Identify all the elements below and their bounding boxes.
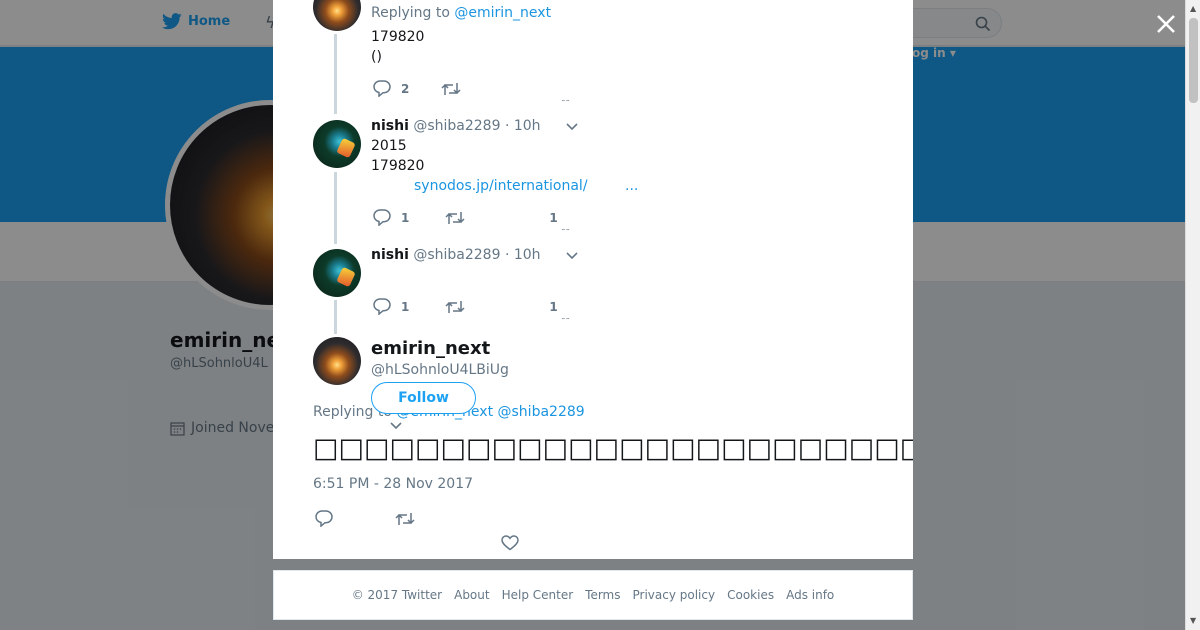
retweet-icon <box>441 82 461 95</box>
user-handle[interactable]: @shiba2289 <box>413 247 500 263</box>
tweet-header: nishi @shiba2289 · 10h <box>371 245 541 265</box>
reply-icon[interactable] <box>315 510 333 527</box>
main-user-name[interactable]: emirin_next <box>371 338 490 359</box>
user-name[interactable]: nishi <box>371 118 409 134</box>
retweet-button[interactable] <box>441 82 461 96</box>
reply-count: 2 <box>401 81 410 96</box>
thread-connector <box>334 300 337 334</box>
tweet-link-more[interactable]: ... <box>625 176 638 196</box>
replying-prefix: Replying to <box>371 5 450 21</box>
reply-button[interactable]: 2 <box>373 80 409 97</box>
footer-copyright: © 2017 Twitter <box>351 588 443 602</box>
footer-link-about[interactable]: About <box>454 588 489 602</box>
like-hint: ˜˜ <box>561 318 570 328</box>
retweet-icon <box>445 211 465 224</box>
site-footer: © 2017 Twitter About Help Center Terms P… <box>273 570 913 620</box>
reply-icon <box>373 298 391 315</box>
retweet-button[interactable] <box>445 300 465 314</box>
tweet-header: nishi @shiba2289 · 10h <box>371 116 541 136</box>
tweet-actions: 1 1 <box>373 209 558 226</box>
tweet-actions: 1 1 <box>373 298 558 315</box>
tweet-timestamp[interactable]: 6:51 PM - 28 Nov 2017 <box>313 476 473 492</box>
tweet-text-line: () <box>371 49 382 65</box>
footer-link-help-center[interactable]: Help Center <box>502 588 574 602</box>
footer-link-privacy[interactable]: Privacy policy <box>633 588 716 602</box>
main-tweet-actions <box>315 510 555 554</box>
replying-to-line: Replying to @emirin_next <box>371 3 551 23</box>
like-button[interactable]: 1 <box>549 300 557 314</box>
close-icon[interactable] <box>1154 12 1178 36</box>
scroll-thumb[interactable] <box>1189 18 1198 103</box>
like-count: 1 <box>549 299 558 314</box>
tweet-link[interactable]: synodos.jp/international/ <box>414 176 588 196</box>
retweet-icon <box>445 300 465 313</box>
main-user-handle[interactable]: @hLSohnloU4LBiUg <box>371 362 509 378</box>
reply-icon <box>373 209 391 226</box>
like-hint: ˜˜ <box>561 229 570 239</box>
reply-count: 1 <box>401 210 410 225</box>
footer-link-ads-info[interactable]: Ads info <box>786 588 834 602</box>
chevron-down-icon[interactable] <box>389 421 403 431</box>
tweet-text-line: 179820 <box>371 158 425 174</box>
scroll-down-arrow-icon[interactable]: ▼ <box>1190 616 1196 625</box>
retweet-button[interactable] <box>445 211 465 225</box>
tweet-permalink-modal: Replying to @emirin_next 179820 () 2 ˜˜ … <box>273 0 913 559</box>
user-name[interactable]: nishi <box>371 247 409 263</box>
like-hint: ˜˜ <box>561 100 570 110</box>
like-button[interactable]: 1 <box>549 211 557 225</box>
reply-button[interactable]: 1 <box>373 209 409 226</box>
user-handle[interactable]: @shiba2289 <box>413 118 500 134</box>
tweet-time[interactable]: · 10h <box>505 247 541 263</box>
reply-button[interactable]: 1 <box>373 298 409 315</box>
tweet-time[interactable]: · 10h <box>505 118 541 134</box>
chevron-down-icon[interactable] <box>565 122 579 132</box>
chevron-down-icon[interactable] <box>565 251 579 261</box>
avatar[interactable] <box>313 337 361 385</box>
footer-link-terms[interactable]: Terms <box>585 588 620 602</box>
avatar[interactable] <box>313 249 361 297</box>
thread-connector <box>334 172 337 244</box>
thread-connector <box>334 34 337 114</box>
tweet-text-line: 2015 <box>371 138 407 154</box>
follow-button[interactable]: Follow <box>371 382 476 414</box>
heart-icon[interactable] <box>501 535 519 551</box>
tweet-actions: 2 <box>373 80 461 97</box>
avatar[interactable] <box>313 0 361 31</box>
scroll-up-arrow-icon[interactable]: ▲ <box>1190 4 1196 13</box>
main-tweet-text: □□□□□□□□□□□□□□□□□□□□□□□□□□□□□□□□□□□□□□□□… <box>313 433 913 464</box>
reply-count: 1 <box>401 299 410 314</box>
tweet-text-line: 179820 <box>371 29 425 45</box>
retweet-icon[interactable] <box>395 512 415 526</box>
like-count: 1 <box>549 210 558 225</box>
replying-to-link[interactable]: @emirin_next <box>454 5 551 21</box>
page-scrollbar[interactable]: ▲ ▼ <box>1185 0 1200 630</box>
reply-icon <box>373 80 391 97</box>
footer-link-cookies[interactable]: Cookies <box>727 588 774 602</box>
avatar[interactable] <box>313 120 361 168</box>
